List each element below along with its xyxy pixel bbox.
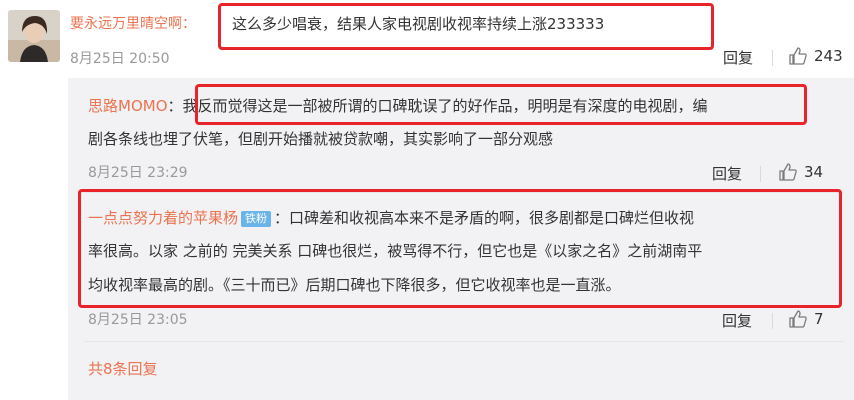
reply-divider bbox=[84, 341, 844, 342]
comment-author-name[interactable]: 要永远万里晴空啊 bbox=[70, 16, 182, 32]
reply-time: 8月25日 23:29 bbox=[88, 165, 188, 181]
reply-separator: ： bbox=[274, 209, 290, 227]
thumbs-up-icon bbox=[789, 310, 807, 328]
comment-like-button[interactable]: 243 bbox=[788, 46, 843, 66]
reply-text-continued: 率很高。以家 之前的 完美关系 口碑也很烂，被骂得不行，但它也是《以家之名》之前… bbox=[88, 242, 703, 260]
avatar[interactable] bbox=[8, 10, 60, 62]
reply-author[interactable]: 思路MOMO bbox=[88, 97, 168, 115]
reply-like-button[interactable]: 7 bbox=[788, 309, 824, 329]
reply-line: 思路MOMO：我反而觉得这是一部被所谓的口碑耽误了的好作品，明明是有深度的电视剧… bbox=[88, 94, 708, 118]
reply-text-continued: 均收视率最高的剧。《三十而已》后期口碑也下降很多，但它收视率也是一直涨。 bbox=[88, 276, 621, 294]
reply-line: 一点点努力着的苹果杨 铁粉 ：口碑差和收视高本来不是矛盾的啊，很多剧都是口碑烂但收视 bbox=[88, 206, 694, 230]
reply-divider bbox=[84, 192, 844, 193]
reply-like-count: 34 bbox=[804, 163, 824, 181]
divider bbox=[772, 313, 773, 329]
thumbs-up-icon bbox=[779, 163, 797, 181]
fan-badge[interactable]: 铁粉 bbox=[241, 211, 272, 227]
reply-like-button[interactable]: 34 bbox=[778, 162, 823, 182]
comment-author[interactable]: 要永远万里晴空啊： bbox=[70, 12, 196, 36]
divider bbox=[772, 50, 773, 66]
comment-like-count: 243 bbox=[814, 47, 843, 65]
comment-separator: ： bbox=[182, 16, 196, 32]
reply-separator: ： bbox=[167, 97, 183, 115]
reply-author[interactable]: 一点点努力着的苹果杨 bbox=[88, 209, 238, 227]
more-replies-link[interactable]: 共8条回复 bbox=[88, 358, 158, 379]
reply-like-count: 7 bbox=[814, 310, 824, 328]
reply-time: 8月25日 23:05 bbox=[88, 312, 188, 328]
reply-reply-button[interactable]: 回复 bbox=[722, 310, 752, 331]
reply-text: 口碑差和收视高本来不是矛盾的啊，很多剧都是口碑烂但收视 bbox=[289, 209, 695, 227]
comment-time: 8月25日 20:50 bbox=[70, 51, 170, 67]
comment-reply-button[interactable]: 回复 bbox=[723, 47, 753, 68]
thumbs-up-icon bbox=[789, 47, 807, 65]
reply-reply-button[interactable]: 回复 bbox=[712, 163, 742, 184]
divider bbox=[760, 166, 761, 182]
reply-text: 我反而觉得这是一部被所谓的口碑耽误了的好作品，明明是有深度的电视剧，编 bbox=[182, 97, 708, 115]
reply-text-continued: 剧各条线也埋了伏笔，但剧开始播就被贷款嘲，其实影响了一部分观感 bbox=[88, 130, 554, 148]
comment-text: 这么多少唱衰，结果人家电视剧收视率持续上涨233333 bbox=[232, 15, 605, 33]
